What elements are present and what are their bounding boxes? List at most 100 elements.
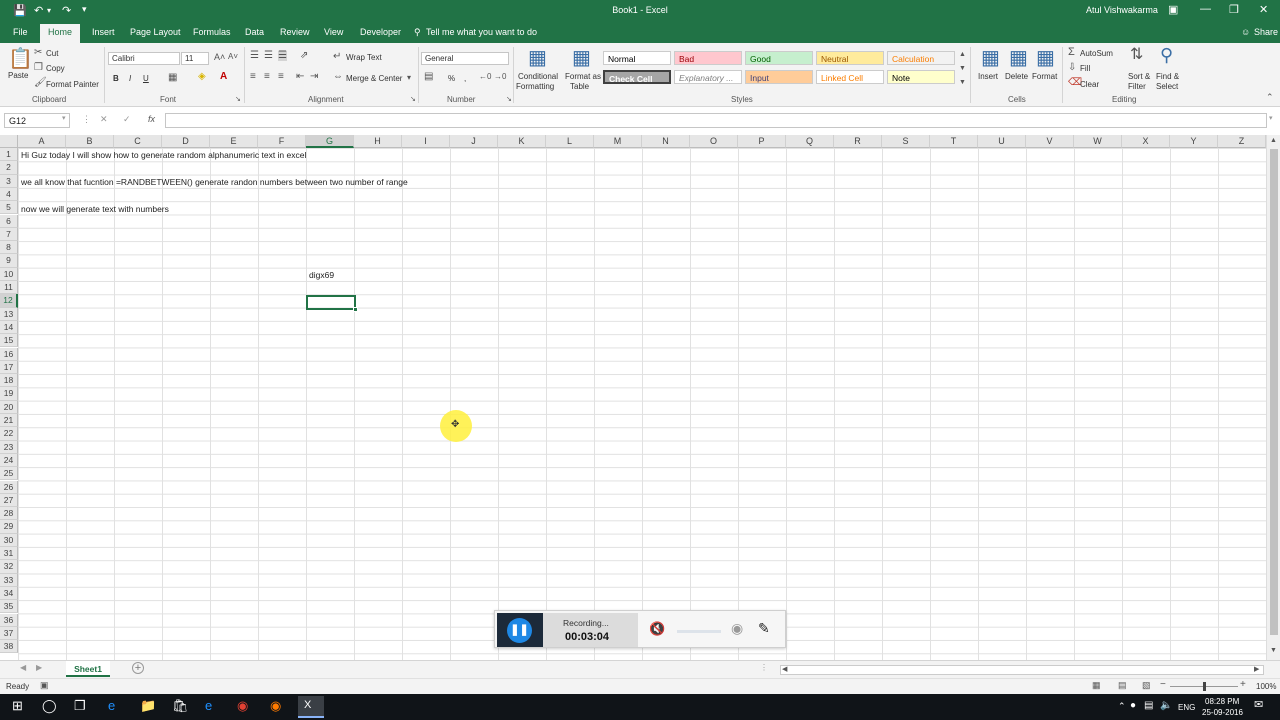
format-painter-button[interactable]: Format Painter xyxy=(46,80,99,89)
column-header-u[interactable]: U xyxy=(978,135,1026,148)
cut-button[interactable]: Cut xyxy=(46,49,58,58)
conditional-formatting-icon[interactable]: ▦ xyxy=(528,48,547,68)
zoom-in-icon[interactable]: + xyxy=(1240,680,1246,690)
delete-cells-icon[interactable]: ▦ xyxy=(1009,48,1028,68)
cells-area[interactable]: Hi Guz today I will show how to generate… xyxy=(18,148,1266,660)
formula-input[interactable] xyxy=(165,113,1267,128)
windows-start-icon[interactable]: ⊞ xyxy=(12,699,23,712)
accounting-format-icon[interactable]: ▤ xyxy=(424,72,433,82)
font-name-combo[interactable]: Calibri xyxy=(108,52,180,65)
clear-button[interactable]: Clear xyxy=(1080,80,1099,89)
draw-pen-icon[interactable]: ✎ xyxy=(758,621,770,635)
align-middle-icon[interactable]: ☰ xyxy=(264,51,273,61)
alignment-dialog-launcher-icon[interactable]: ↘ xyxy=(410,96,416,103)
row-header-8[interactable]: 8 xyxy=(0,241,18,255)
format-as-table-label-1[interactable]: Format as xyxy=(565,72,601,81)
sort-filter-label-2[interactable]: Filter xyxy=(1128,82,1146,91)
zoom-out-icon[interactable]: − xyxy=(1160,680,1166,690)
insert-cells-button[interactable]: Insert xyxy=(978,72,998,81)
column-header-l[interactable]: L xyxy=(546,135,594,148)
orientation-icon[interactable]: ⇗ xyxy=(300,51,308,61)
bold-button[interactable]: B xyxy=(113,74,119,83)
column-header-h[interactable]: H xyxy=(354,135,402,148)
show-hidden-icons-icon[interactable]: ⌃ xyxy=(1118,702,1126,711)
tab-page-layout[interactable]: Page Layout xyxy=(130,27,181,37)
scroll-right-icon[interactable]: ▶ xyxy=(1254,666,1259,673)
styles-more-icon[interactable]: ▼ xyxy=(959,79,966,86)
vertical-scroll-thumb[interactable] xyxy=(1270,149,1278,635)
firefox-icon[interactable]: ◉ xyxy=(270,699,281,712)
fill-button[interactable]: Fill xyxy=(1080,64,1090,73)
column-header-n[interactable]: N xyxy=(642,135,690,148)
column-header-j[interactable]: J xyxy=(450,135,498,148)
sheet-tab-sheet1[interactable]: Sheet1 xyxy=(66,661,110,677)
column-header-q[interactable]: Q xyxy=(786,135,834,148)
font-color-icon[interactable]: A xyxy=(220,72,227,82)
confirm-entry-button[interactable]: ✓ xyxy=(123,114,131,125)
number-format-combo[interactable]: General xyxy=(421,52,509,65)
column-header-d[interactable]: D xyxy=(162,135,210,148)
underline-button[interactable]: U xyxy=(143,74,149,83)
new-sheet-button[interactable]: + xyxy=(132,662,144,674)
vertical-scrollbar[interactable]: ▲ ▼ xyxy=(1266,135,1280,660)
column-header-k[interactable]: K xyxy=(498,135,546,148)
style-note[interactable]: Note xyxy=(887,70,955,84)
row-header-33[interactable]: 33 xyxy=(0,573,18,587)
merge-center-button[interactable]: Merge & Center xyxy=(346,74,402,83)
increase-font-icon[interactable]: A˄ xyxy=(214,53,225,62)
tab-home[interactable]: Home xyxy=(40,24,81,43)
row-header-2[interactable]: 2 xyxy=(0,161,18,175)
style-bad[interactable]: Bad xyxy=(674,51,742,65)
insert-function-button[interactable]: fx xyxy=(148,114,155,124)
store-icon[interactable]: 🛍 xyxy=(172,699,189,712)
column-header-v[interactable]: V xyxy=(1026,135,1074,148)
find-select-label-2[interactable]: Select xyxy=(1156,82,1178,91)
row-header-19[interactable]: 19 xyxy=(0,387,18,401)
style-normal[interactable]: Normal xyxy=(603,51,671,65)
find-select-label-1[interactable]: Find & xyxy=(1156,72,1179,81)
column-header-t[interactable]: T xyxy=(930,135,978,148)
row-header-15[interactable]: 15 xyxy=(0,334,18,348)
column-header-o[interactable]: O xyxy=(690,135,738,148)
row-header-21[interactable]: 21 xyxy=(0,414,18,428)
fill-icon[interactable]: ⇩ xyxy=(1068,63,1076,73)
copy-button[interactable]: Copy xyxy=(46,64,65,73)
row-header-18[interactable]: 18 xyxy=(0,374,18,388)
comma-style-button[interactable]: , xyxy=(464,74,466,83)
column-header-w[interactable]: W xyxy=(1074,135,1122,148)
style-calculation[interactable]: Calculation xyxy=(887,51,955,65)
row-header-25[interactable]: 25 xyxy=(0,467,18,481)
row-header-20[interactable]: 20 xyxy=(0,400,18,414)
row-header-16[interactable]: 16 xyxy=(0,347,18,361)
zoom-level[interactable]: 100% xyxy=(1256,682,1276,691)
row-header-35[interactable]: 35 xyxy=(0,600,18,614)
style-check-cell[interactable]: Check Cell xyxy=(603,70,671,84)
column-header-i[interactable]: I xyxy=(402,135,450,148)
increase-decimal-icon[interactable]: ←0 xyxy=(479,73,491,81)
row-header-26[interactable]: 26 xyxy=(0,480,18,494)
style-linked-cell[interactable]: Linked Cell xyxy=(816,70,884,84)
normal-view-icon[interactable]: ▦ xyxy=(1092,681,1101,690)
column-header-y[interactable]: Y xyxy=(1170,135,1218,148)
name-box[interactable]: G12 xyxy=(4,113,70,128)
chrome-icon[interactable]: ◉ xyxy=(237,699,248,712)
align-top-icon[interactable]: ☰ xyxy=(250,51,259,61)
column-header-r[interactable]: R xyxy=(834,135,882,148)
merge-center-icon[interactable]: ⇔ xyxy=(333,72,343,82)
clock-date[interactable]: 25-09-2016 xyxy=(1202,708,1243,717)
select-all-button[interactable] xyxy=(0,135,18,148)
row-header-12[interactable]: 12 xyxy=(0,294,18,308)
row-header-11[interactable]: 11 xyxy=(0,281,18,295)
insert-cells-icon[interactable]: ▦ xyxy=(981,48,1000,68)
page-layout-view-icon[interactable]: ▤ xyxy=(1118,681,1127,690)
cancel-entry-button[interactable]: ✕ xyxy=(100,114,108,125)
tabs-split-icon[interactable]: ⋮ xyxy=(760,664,768,672)
styles-scroll-down-icon[interactable]: ▼ xyxy=(959,65,966,72)
copy-icon[interactable]: ❐ xyxy=(34,63,43,73)
paste-button[interactable]: Paste xyxy=(8,71,28,80)
row-header-22[interactable]: 22 xyxy=(0,427,18,441)
tab-review[interactable]: Review xyxy=(280,27,310,37)
find-select-icon[interactable]: ⚲ xyxy=(1160,46,1173,64)
mute-microphone-icon[interactable]: 🔇 xyxy=(649,622,665,635)
volume-icon[interactable]: 🔈 xyxy=(1160,701,1172,711)
